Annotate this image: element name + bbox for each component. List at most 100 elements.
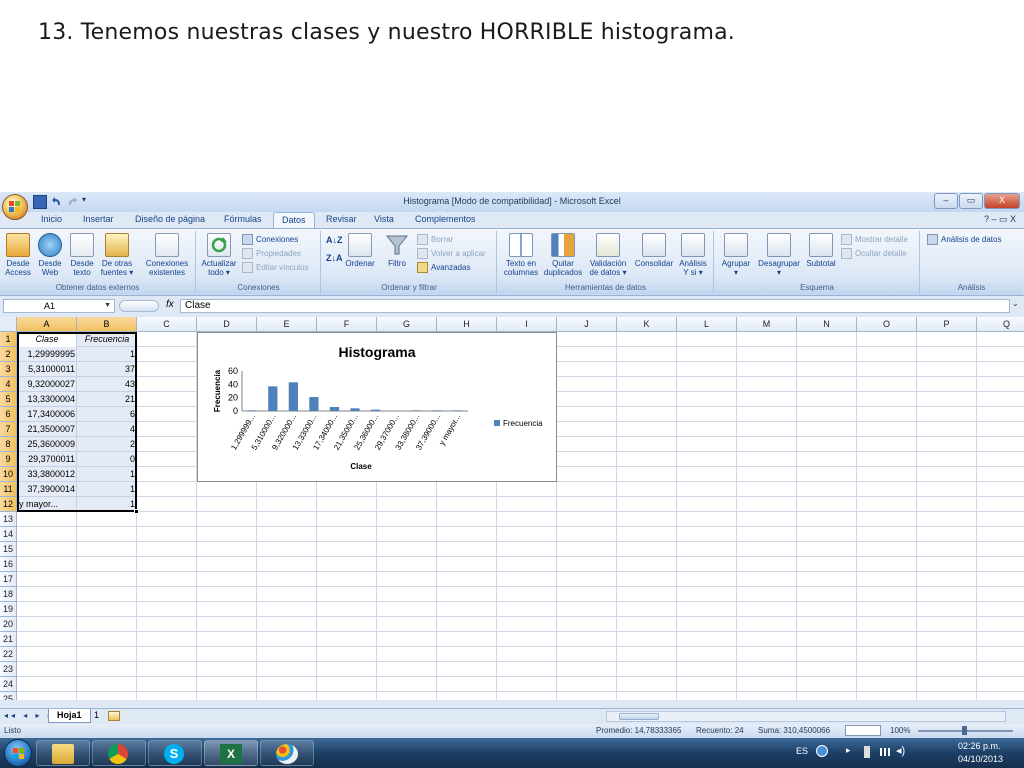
- worksheet-grid[interactable]: A B C D E F G H I J K L M N O P Q 1 2 3 4 5 6 7 8 9 10 11 12 13 14 15 16…: [0, 317, 1024, 700]
- cell-a6[interactable]: 17,3400006: [17, 407, 77, 422]
- row-header-1[interactable]: 1: [0, 332, 17, 347]
- language-indicator[interactable]: ES: [796, 746, 808, 756]
- row-header-10[interactable]: 10: [0, 467, 17, 482]
- view-buttons[interactable]: [845, 725, 881, 736]
- cell-a8[interactable]: 25,3600009: [17, 437, 77, 452]
- column-header-q[interactable]: Q: [977, 317, 1024, 332]
- edit-links-button[interactable]: Editar vínculos: [242, 262, 308, 273]
- cell-b7[interactable]: 4: [77, 422, 137, 437]
- cell-a9[interactable]: 29,3700011: [17, 452, 77, 467]
- name-box[interactable]: A1 ▼: [3, 299, 115, 313]
- row-header-23[interactable]: 23: [0, 662, 17, 677]
- row-header-4[interactable]: 4: [0, 377, 17, 392]
- cell-b6[interactable]: 6: [77, 407, 137, 422]
- column-header-o[interactable]: O: [857, 317, 917, 332]
- office-button[interactable]: [2, 194, 28, 220]
- existing-connections-button[interactable]: Conexiones existentes: [142, 233, 192, 277]
- cell-b10[interactable]: 1: [77, 467, 137, 482]
- cell-a12[interactable]: y mayor...: [17, 497, 77, 512]
- row-header-20[interactable]: 20: [0, 617, 17, 632]
- clock-time[interactable]: 02:26 p.m.: [958, 741, 1001, 751]
- tab-insertar[interactable]: Insertar: [83, 214, 114, 224]
- row-header-11[interactable]: 11: [0, 482, 17, 497]
- cell-a7[interactable]: 21,3500007: [17, 422, 77, 437]
- volume-tray-icon[interactable]: ◂): [896, 744, 905, 757]
- row-header-6[interactable]: 6: [0, 407, 17, 422]
- name-box-dropdown-icon[interactable]: ▼: [104, 300, 111, 312]
- sort-za-button[interactable]: Z↓A: [326, 253, 343, 263]
- row-header-19[interactable]: 19: [0, 602, 17, 617]
- cell-a4[interactable]: 9,32000027: [17, 377, 77, 392]
- hide-detail-button[interactable]: Ocultar detalle: [841, 248, 907, 259]
- from-text-button[interactable]: Desde texto: [67, 233, 97, 277]
- network-tray-icon[interactable]: [880, 748, 890, 756]
- redo-icon[interactable]: [67, 195, 77, 209]
- column-header-k[interactable]: K: [617, 317, 677, 332]
- column-header-e[interactable]: E: [257, 317, 317, 332]
- from-access-button[interactable]: Desde Access: [3, 233, 33, 277]
- column-header-c[interactable]: C: [137, 317, 197, 332]
- cell-b11[interactable]: 1: [77, 482, 137, 497]
- taskbar-paint[interactable]: [260, 740, 314, 766]
- histogram-chart[interactable]: Histograma 0 20 40 60 Frecuencia 1,299999... 5,…: [197, 332, 557, 482]
- tab-revisar[interactable]: Revisar: [326, 214, 357, 224]
- data-validation-button[interactable]: Validación de datos ▾: [586, 233, 630, 277]
- row-header-2[interactable]: 2: [0, 347, 17, 362]
- sort-button[interactable]: Ordenar: [342, 233, 378, 268]
- remove-duplicates-button[interactable]: Quitar duplicados: [542, 233, 584, 277]
- row-header-7[interactable]: 7: [0, 422, 17, 437]
- reapply-button[interactable]: Volver a aplicar: [417, 248, 486, 259]
- cell-b5[interactable]: 21: [77, 392, 137, 407]
- cell-a5[interactable]: 13,3300004: [17, 392, 77, 407]
- cell-a2[interactable]: 1,29999995: [17, 347, 77, 362]
- row-header-5[interactable]: 5: [0, 392, 17, 407]
- data-analysis-button[interactable]: Análisis de datos: [927, 234, 1001, 245]
- close-button[interactable]: X: [984, 193, 1020, 209]
- row-header-22[interactable]: 22: [0, 647, 17, 662]
- scrollbar-thumb[interactable]: [619, 713, 659, 720]
- filter-button[interactable]: Filtro: [382, 233, 412, 268]
- undo-icon[interactable]: [52, 195, 62, 209]
- refresh-all-button[interactable]: Actualizar todo ▾: [199, 233, 239, 277]
- column-header-p[interactable]: P: [917, 317, 977, 332]
- cell-a11[interactable]: 37,3900014: [17, 482, 77, 497]
- minimize-button[interactable]: –: [934, 193, 958, 209]
- sheet-tab-1[interactable]: 1: [86, 709, 107, 723]
- column-header-f[interactable]: F: [317, 317, 377, 332]
- row-header-16[interactable]: 16: [0, 557, 17, 572]
- cell-b3[interactable]: 37: [77, 362, 137, 377]
- tab-inicio[interactable]: Inicio: [41, 214, 62, 224]
- taskbar-excel[interactable]: X: [204, 740, 258, 766]
- text-to-columns-button[interactable]: Texto en columnas: [501, 233, 541, 277]
- ungroup-button[interactable]: Desagrupar ▾: [755, 233, 803, 277]
- consolidate-button[interactable]: Consolidar: [632, 233, 676, 268]
- cell-b9[interactable]: 0: [77, 452, 137, 467]
- row-header-12[interactable]: 12: [0, 497, 17, 512]
- cell-b12[interactable]: 1: [77, 497, 137, 512]
- column-header-b[interactable]: B: [77, 317, 137, 332]
- row-header-24[interactable]: 24: [0, 677, 17, 692]
- column-header-d[interactable]: D: [197, 317, 257, 332]
- column-header-h[interactable]: H: [437, 317, 497, 332]
- save-icon[interactable]: [33, 195, 47, 209]
- column-header-l[interactable]: L: [677, 317, 737, 332]
- show-detail-button[interactable]: Mostrar detalle: [841, 234, 908, 245]
- taskbar-chrome[interactable]: [92, 740, 146, 766]
- column-header-a[interactable]: A: [17, 317, 77, 332]
- customize-qat-icon[interactable]: ▾: [82, 195, 90, 209]
- ribbon-help-controls[interactable]: ? – ▭ X: [984, 214, 1016, 225]
- cell-b4[interactable]: 43: [77, 377, 137, 392]
- zoom-level[interactable]: 100%: [890, 726, 910, 735]
- clock-date[interactable]: 04/10/2013: [958, 754, 1003, 764]
- sort-az-button[interactable]: A↓Z: [326, 235, 343, 245]
- tab-datos[interactable]: Datos: [273, 212, 315, 228]
- row-header-18[interactable]: 18: [0, 587, 17, 602]
- cell-a3[interactable]: 5,31000011: [17, 362, 77, 377]
- cell-a1[interactable]: Clase: [17, 332, 77, 347]
- tab-diseno-de-pagina[interactable]: Diseño de página: [135, 214, 205, 224]
- tab-formulas[interactable]: Fórmulas: [224, 214, 262, 224]
- select-all-corner[interactable]: [0, 317, 17, 332]
- start-button[interactable]: [4, 739, 32, 767]
- group-button[interactable]: Agrupar ▾: [718, 233, 754, 277]
- from-web-button[interactable]: Desde Web: [35, 233, 65, 277]
